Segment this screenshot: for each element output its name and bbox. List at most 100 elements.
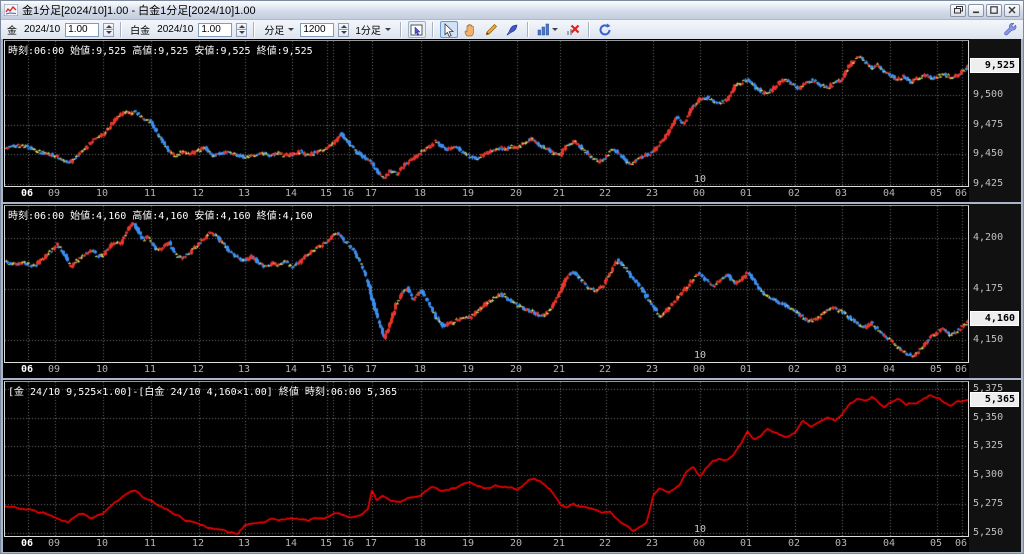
delete-chart-x-icon: [566, 24, 580, 35]
spread-plot-area[interactable]: [金 24/10 9,525×1.00]-[白金 24/10 4,160×1.0…: [4, 381, 969, 537]
x-axis-label: 00: [692, 538, 706, 549]
x-axis-label: 05: [929, 364, 943, 375]
interval-dropdown[interactable]: 1分足: [352, 22, 394, 37]
x-axis-label: 14: [284, 364, 298, 375]
pointer-tool-button[interactable]: [439, 21, 458, 38]
y-axis-label: 9,475: [973, 119, 1004, 130]
x-axis-label: 22: [598, 538, 612, 549]
platinum-symbol-label: 白金: [130, 26, 151, 37]
bar-count-input[interactable]: [300, 22, 335, 37]
x-axis-label: 11: [143, 538, 157, 549]
x-axis-label: 03: [834, 538, 848, 549]
refresh-icon: [599, 23, 611, 35]
gold-chart-canvas[interactable]: [5, 41, 968, 186]
spread-chart-canvas[interactable]: [5, 382, 968, 536]
x-axis-label: 10: [95, 364, 109, 375]
platinum-chart-canvas[interactable]: [5, 206, 968, 362]
spread-time-axis: 06 09 10 11 12 13 14 15 16 17 18 19 20 21 22 23 00 01 02 03…: [4, 537, 967, 551]
x-axis-label: 17: [364, 538, 378, 549]
hand-icon: [464, 23, 474, 36]
gold-chart-panel: 時刻:06:00 始値:9,525 高値:9,525 安値:9,525 終値:9…: [3, 39, 1021, 202]
cursor-arrow-icon: [444, 22, 455, 37]
toolbar-separator: [431, 22, 434, 37]
cascade-icon: [953, 6, 963, 14]
spread-chart-panel: [金 24/10 9,525×1.00]-[白金 24/10 4,160×1.0…: [3, 380, 1021, 552]
gold-multiplier-input[interactable]: [65, 22, 100, 37]
x-axis-label: 10: [95, 538, 109, 549]
x-axis-label: 21: [552, 364, 566, 375]
gold-plot-area[interactable]: 時刻:06:00 始値:9,525 高値:9,525 安値:9,525 終値:9…: [4, 40, 969, 187]
x-axis-label: 16: [341, 538, 355, 549]
refresh-button[interactable]: [596, 21, 614, 38]
close-button[interactable]: [1004, 3, 1020, 17]
maximize-button[interactable]: [986, 3, 1002, 17]
toolbar-separator: [120, 22, 123, 37]
cascade-windows-button[interactable]: [950, 3, 966, 17]
x-axis-label: 01: [739, 538, 753, 549]
x-axis-label: 21: [552, 188, 566, 199]
chart-type-dropdown-button[interactable]: [535, 21, 561, 38]
y-axis-label: 4,150: [973, 334, 1004, 345]
x-axis-label: 06: [954, 188, 968, 199]
x-axis-label: 02: [787, 188, 801, 199]
platinum-chart-panel: 時刻:06:00 始値:4,160 高値:4,160 安値:4,160 終値:4…: [3, 204, 1021, 378]
app-chart-icon: [4, 4, 18, 16]
x-axis-label: 04: [882, 538, 896, 549]
x-axis-label: 19: [461, 364, 475, 375]
pencil-icon: [485, 23, 497, 35]
spread-last-price-box: 5,365: [970, 392, 1019, 407]
maximize-icon: [990, 6, 998, 14]
bar-chart-icon: [538, 23, 550, 36]
x-axis-label: 11: [143, 188, 157, 199]
x-axis-label: 01: [739, 364, 753, 375]
x-axis-label: 06: [20, 188, 34, 199]
quill-annotate-tool-button[interactable]: [503, 21, 521, 38]
x-axis-label: 10: [95, 188, 109, 199]
spread-price-axis: 5,365 5,375 5,350 5,325 5,300 5,275 5,250: [969, 380, 1021, 552]
window-title: 金1分足[2024/10]1.00 - 白金1分足[2024/10]1.00: [22, 5, 256, 17]
x-axis-label: 19: [461, 538, 475, 549]
x-axis-label: 15: [319, 188, 333, 199]
x-axis-label: 02: [787, 538, 801, 549]
platinum-multiplier-input[interactable]: [198, 22, 233, 37]
x-axis-label: 09: [47, 364, 61, 375]
platinum-last-price-box: 4,160: [970, 311, 1019, 326]
charts-area: 時刻:06:00 始値:9,525 高値:9,525 安値:9,525 終値:9…: [1, 39, 1023, 553]
region-select-tool-button[interactable]: [407, 21, 426, 38]
gold-time-axis: 06 09 10 11 12 13 14 15 16 17 18 19 20 21 22 23 00 01 02 03…: [4, 187, 967, 201]
pencil-draw-tool-button[interactable]: [482, 21, 500, 38]
period-type-dropdown[interactable]: 分足: [261, 22, 297, 37]
toolbar-separator: [587, 22, 590, 37]
x-axis-label: 23: [645, 188, 659, 199]
x-axis-label: 03: [834, 364, 848, 375]
x-axis-label: 12: [191, 364, 205, 375]
x-axis-label: 16: [341, 364, 355, 375]
settings-wrench-button[interactable]: [1001, 21, 1019, 38]
x-axis-label: 02: [787, 364, 801, 375]
region-select-icon: [410, 24, 423, 36]
y-axis-label: 5,275: [973, 498, 1004, 509]
x-axis-label: 09: [47, 188, 61, 199]
y-axis-label: 5,300: [973, 469, 1004, 480]
x-axis-label: 22: [598, 188, 612, 199]
x-axis-label: 23: [645, 538, 659, 549]
chevron-down-icon: [552, 28, 559, 31]
pan-hand-tool-button[interactable]: [461, 21, 479, 38]
minimize-button[interactable]: [968, 3, 984, 17]
gold-multiplier-stepper[interactable]: [103, 22, 115, 37]
x-axis-label: 17: [364, 364, 378, 375]
y-axis-label: 5,325: [973, 440, 1004, 451]
x-axis-label: 20: [509, 538, 523, 549]
close-icon: [1008, 6, 1016, 14]
x-axis-label: 03: [834, 188, 848, 199]
x-axis-label: 04: [882, 188, 896, 199]
x-axis-label: 15: [319, 364, 333, 375]
remove-indicator-button[interactable]: [564, 21, 582, 38]
platinum-multiplier-stepper[interactable]: [236, 22, 248, 37]
wrench-icon: [1003, 23, 1016, 36]
bar-count-stepper[interactable]: [338, 22, 350, 37]
x-axis-label: 19: [461, 188, 475, 199]
platinum-plot-area[interactable]: 時刻:06:00 始値:4,160 高値:4,160 安値:4,160 終値:4…: [4, 205, 969, 363]
x-axis-label: 06: [954, 364, 968, 375]
toolbar-separator: [253, 22, 256, 37]
